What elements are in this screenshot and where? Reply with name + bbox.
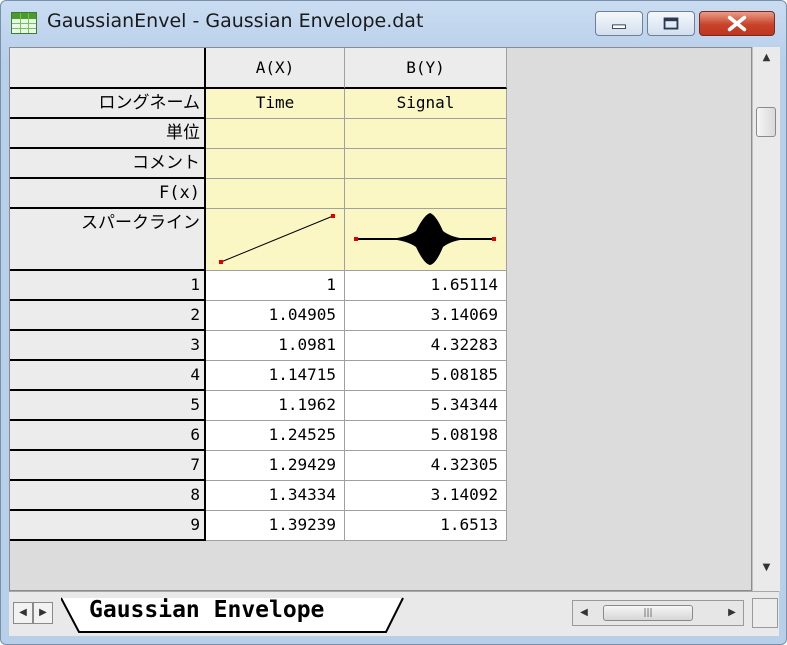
- cell-time[interactable]: 1.24525: [206, 421, 345, 451]
- cell-comments-a[interactable]: [206, 149, 345, 179]
- row-header[interactable]: 7: [10, 451, 206, 481]
- sparkline-signal: [353, 213, 496, 265]
- maximize-icon: [663, 17, 679, 30]
- row-header-units[interactable]: 単位: [10, 119, 206, 149]
- row-header[interactable]: 3: [10, 331, 206, 361]
- cell-time[interactable]: 1.34334: [206, 481, 345, 511]
- cell-long-name-b[interactable]: Signal: [345, 89, 507, 119]
- row-header[interactable]: 5: [10, 391, 206, 421]
- row-header-sparklines[interactable]: スパークライン: [10, 209, 206, 271]
- cell-units-a[interactable]: [206, 119, 345, 149]
- row-header[interactable]: 1: [10, 271, 206, 301]
- cell-signal[interactable]: 1.6513: [345, 511, 507, 541]
- title-bar[interactable]: GaussianEnvel - Gaussian Envelope.dat: [1, 1, 786, 47]
- cell-time[interactable]: 1.14715: [206, 361, 345, 391]
- vertical-scrollbar[interactable]: ▲ ▼: [752, 47, 780, 591]
- cell-signal[interactable]: 5.34344: [345, 391, 507, 421]
- prev-sheet-icon[interactable]: ◀: [13, 602, 33, 624]
- row-header-comments[interactable]: コメント: [10, 149, 206, 179]
- row-header[interactable]: 6: [10, 421, 206, 451]
- cell-time[interactable]: 1.39239: [206, 511, 345, 541]
- sparkline-endpoint-end: [491, 237, 496, 241]
- cell-time[interactable]: 1.0981: [206, 331, 345, 361]
- cell-formula-b[interactable]: [345, 179, 507, 209]
- worksheet-icon: [11, 12, 37, 34]
- scroll-left-icon[interactable]: ◀: [573, 601, 595, 625]
- row-header-formula[interactable]: F(x): [10, 179, 206, 209]
- row-header[interactable]: 4: [10, 361, 206, 391]
- close-button[interactable]: [699, 11, 775, 36]
- cell-long-name-a[interactable]: Time: [206, 89, 345, 119]
- minimize-button[interactable]: [595, 11, 643, 36]
- cell-signal[interactable]: 4.32305: [345, 451, 507, 481]
- worksheet-window: GaussianEnvel - Gaussian Envelope.dat A(…: [0, 0, 787, 645]
- grid-corner[interactable]: [10, 48, 206, 89]
- cell-time[interactable]: 1.04905: [206, 301, 345, 331]
- minimize-icon: [612, 24, 626, 30]
- sheet-tab-bar: ◀ ▶ Gaussian Envelope ◀ ||| ▶: [9, 591, 779, 636]
- next-sheet-icon[interactable]: ▶: [33, 602, 53, 624]
- cell-signal[interactable]: 1.65114: [345, 271, 507, 301]
- sheet-tab-gaussian-envelope[interactable]: Gaussian Envelope: [89, 597, 324, 623]
- worksheet-grid[interactable]: A(X) B(Y) ロングネーム Time Signal 単位 コメント F(x…: [9, 47, 752, 591]
- row-header[interactable]: 2: [10, 301, 206, 331]
- sparkline-endpoint-end: [330, 214, 335, 218]
- cell-sparkline-b[interactable]: [345, 209, 507, 271]
- cell-signal[interactable]: 5.08198: [345, 421, 507, 451]
- cell-signal[interactable]: 3.14069: [345, 301, 507, 331]
- cell-time[interactable]: 1.1962: [206, 391, 345, 421]
- horizontal-scroll-thumb[interactable]: |||: [603, 605, 693, 621]
- sparkline-time: [218, 214, 335, 264]
- window-title: GaussianEnvel - Gaussian Envelope.dat: [47, 10, 424, 32]
- row-header-long-name[interactable]: ロングネーム: [10, 89, 206, 119]
- scroll-down-icon[interactable]: ▼: [753, 557, 780, 579]
- cell-signal[interactable]: 4.32283: [345, 331, 507, 361]
- close-icon: [727, 15, 747, 32]
- vertical-scroll-thumb[interactable]: [756, 107, 776, 137]
- sparkline-endpoint-start: [218, 260, 223, 264]
- cell-time[interactable]: 1: [206, 271, 345, 301]
- resize-grip-icon[interactable]: [752, 598, 778, 628]
- cell-formula-a[interactable]: [206, 179, 345, 209]
- column-header-a[interactable]: A(X): [206, 48, 345, 89]
- row-header[interactable]: 8: [10, 481, 206, 511]
- cell-units-b[interactable]: [345, 119, 507, 149]
- cell-signal[interactable]: 3.14092: [345, 481, 507, 511]
- scroll-up-icon[interactable]: ▲: [753, 47, 780, 69]
- maximize-button[interactable]: [647, 11, 695, 36]
- column-header-b[interactable]: B(Y): [345, 48, 507, 89]
- cell-comments-b[interactable]: [345, 149, 507, 179]
- scroll-right-icon[interactable]: ▶: [721, 601, 743, 625]
- sparkline-endpoint-start: [353, 237, 358, 241]
- cell-time[interactable]: 1.29429: [206, 451, 345, 481]
- cell-signal[interactable]: 5.08185: [345, 361, 507, 391]
- row-header[interactable]: 9: [10, 511, 206, 541]
- cell-sparkline-a[interactable]: [206, 209, 345, 271]
- horizontal-scrollbar[interactable]: ◀ ||| ▶: [572, 600, 744, 626]
